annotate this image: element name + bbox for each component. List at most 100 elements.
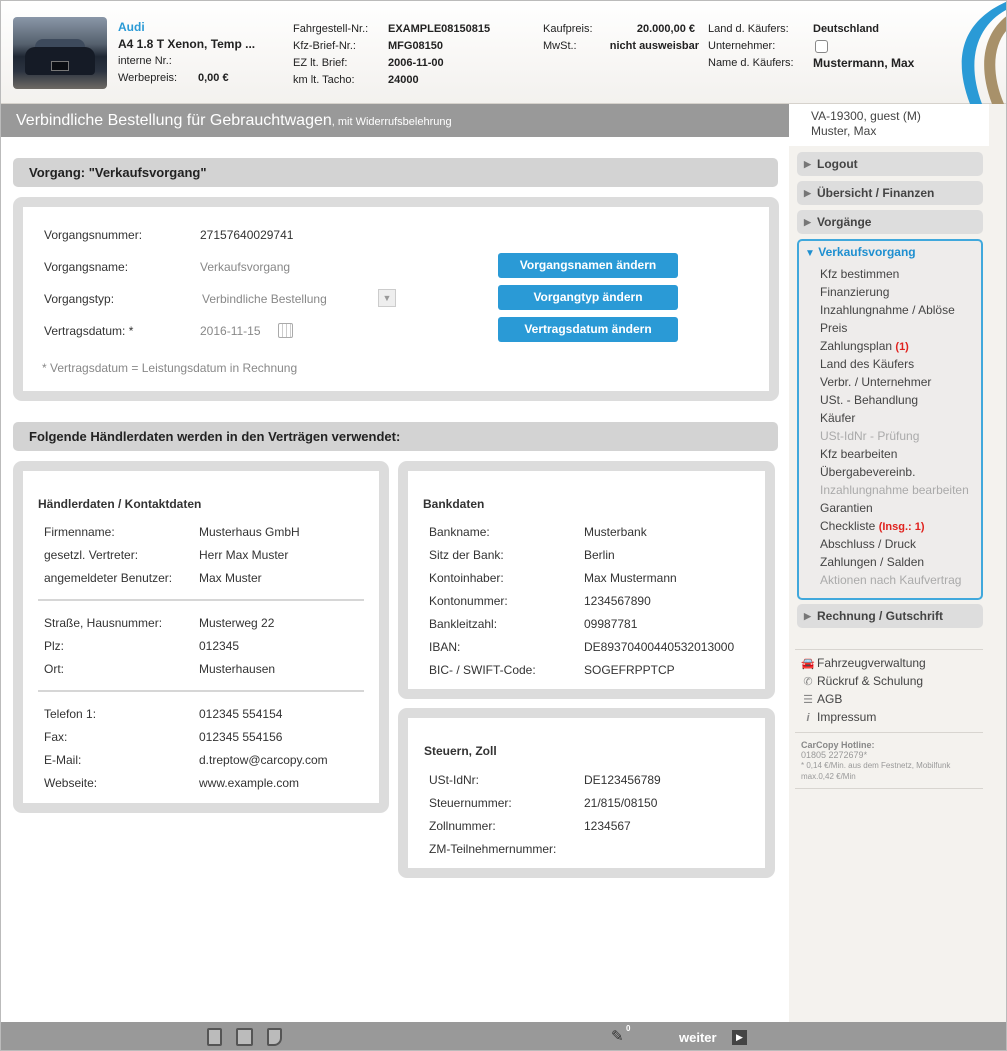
ad-price-value: 0,00 € — [198, 72, 229, 84]
edit-icon[interactable]: ✎ — [611, 1029, 627, 1045]
vat-label: MwSt.: — [543, 40, 577, 52]
nav-item-finanzierung[interactable]: Finanzierung — [820, 283, 969, 301]
arrow-right-icon[interactable]: ▶ — [732, 1030, 747, 1045]
bank-box-title: Bankdaten — [423, 497, 485, 511]
bank-value: Musterbank — [584, 525, 647, 539]
triangle-right-icon: ▶ — [804, 217, 811, 227]
page-title: Verbindliche Bestellung für Gebrauchtwag… — [16, 112, 332, 129]
brand-swoosh-logo — [961, 1, 1006, 104]
edit-count: 0 — [626, 1024, 631, 1033]
copy-multiple-icon[interactable] — [236, 1028, 253, 1046]
triangle-down-icon: ▼ — [805, 248, 815, 259]
nav-item-garantien[interactable]: Garantien — [820, 499, 969, 517]
hotline-note-2: max.0,42 €/Min — [801, 772, 856, 781]
vehicle-photo — [13, 17, 107, 89]
nav-item-kfz-bearbeiten[interactable]: Kfz bearbeiten — [820, 445, 969, 463]
change-type-button[interactable]: Vorgangtyp ändern — [498, 285, 678, 310]
user-info: VA-19300, guest (M) Muster, Max — [789, 104, 989, 146]
nav-item-kaeufer[interactable]: Käufer — [820, 409, 969, 427]
contact-label: angemeldeter Benutzer: — [44, 571, 173, 585]
contact-label: Firmenname: — [44, 525, 115, 539]
nav-item-preis[interactable]: Preis — [820, 319, 969, 337]
company-checkbox[interactable] — [815, 40, 828, 53]
process-section-header: Vorgang: "Verkaufsvorgang" — [13, 158, 778, 187]
nav-item-zahlungsplan[interactable]: Zahlungsplan (1) — [820, 337, 969, 355]
nav-overview[interactable]: ▶ Übersicht / Finanzen — [797, 181, 983, 205]
info-icon: i — [806, 712, 810, 724]
contract-date-label: Vertragsdatum: * — [44, 324, 134, 338]
link-agb[interactable]: ☰ AGB — [801, 690, 842, 708]
company-label: Unternehmer: — [708, 40, 776, 52]
dealer-section-header: Folgende Händlerdaten werden in den Vert… — [13, 422, 778, 451]
nav-invoice[interactable]: ▶ Rechnung / Gutschrift — [797, 604, 983, 628]
nav-item-ust-behandlung[interactable]: USt. - Behandlung — [820, 391, 969, 409]
nav-logout[interactable]: ▶ Logout — [797, 152, 983, 176]
hotline-title: CarCopy Hotline: — [801, 740, 875, 750]
copy-document-icon[interactable] — [207, 1028, 222, 1046]
tax-label: USt-IdNr: — [429, 773, 480, 787]
calendar-icon[interactable] — [278, 323, 293, 338]
change-name-button[interactable]: Vorgangsnamen ändern — [498, 253, 678, 278]
contact-box-title: Händlerdaten / Kontaktdaten — [38, 497, 202, 511]
hotline-note: * 0,14 €/Min. aus dem Festnetz, Mobilfun… — [801, 761, 951, 770]
bank-value: SOGEFRPPTCP — [584, 663, 675, 677]
link-rueckruf-schulung[interactable]: ✆ Rückruf & Schulung — [801, 672, 923, 690]
first-reg-label: EZ lt. Brief: — [293, 57, 348, 69]
user-name: Muster, Max — [811, 124, 877, 138]
bank-value: Max Mustermann — [584, 571, 677, 585]
next-button[interactable]: weiter — [679, 1030, 717, 1045]
nav-processes[interactable]: ▶ Vorgänge — [797, 210, 983, 234]
nav-item-verbr-unternehmer[interactable]: Verbr. / Unternehmer — [820, 373, 969, 391]
count-badge: (Insg.: 1) — [878, 521, 925, 533]
nav-invoice-label: Rechnung / Gutschrift — [817, 609, 943, 623]
contact-label: Telefon 1: — [44, 707, 97, 721]
link-fahrzeugverwaltung[interactable]: 🚘 Fahrzeugverwaltung — [801, 654, 926, 672]
bottom-toolbar: ✎ 0 weiter ▶ — [1, 1022, 1006, 1050]
contact-value: Herr Max Muster — [199, 548, 289, 562]
nav-processes-label: Vorgänge — [817, 215, 872, 229]
bank-box: Bankdaten Bankname: Musterbank Sitz der … — [398, 461, 775, 699]
nav-item-inzahlungnahme[interactable]: Inzahlungnahme / Ablöse — [820, 301, 969, 319]
process-type-select[interactable]: Verbindliche Bestellung — [202, 290, 327, 308]
chevron-down-icon[interactable]: ▼ — [378, 289, 396, 307]
purchase-price-value: 20.000,00 € — [636, 23, 695, 35]
triangle-right-icon: ▶ — [804, 188, 811, 198]
buyer-name-value: Mustermann, Max — [813, 56, 915, 70]
nav-sales-process-label: Verkaufsvorgang — [818, 245, 916, 259]
process-number-label: Vorgangsnummer: — [44, 228, 143, 242]
nav-item-abschluss-druck[interactable]: Abschluss / Druck — [820, 535, 969, 553]
triangle-right-icon: ▶ — [804, 159, 811, 169]
contract-date-field[interactable]: 2016-11-15 — [200, 322, 261, 340]
divider — [795, 788, 983, 789]
nav-item-land-des-kaeufers[interactable]: Land des Käufers — [820, 355, 969, 373]
buyer-country-label: Land d. Käufers: — [708, 23, 789, 35]
process-name-label: Vorgangsname: — [44, 260, 129, 274]
link-impressum[interactable]: i Impressum — [801, 708, 876, 726]
nav-sales-process[interactable]: ▼ Verkaufsvorgang — [805, 245, 916, 259]
hotline-number: 01805 2272679* — [801, 750, 868, 760]
nav-overview-label: Übersicht / Finanzen — [817, 186, 935, 200]
change-date-button[interactable]: Vertragsdatum ändern — [498, 317, 678, 342]
search-document-icon[interactable] — [267, 1028, 282, 1046]
ad-price-label: Werbepreis: — [118, 72, 178, 84]
nav-sales-process-items: Kfz bestimmen Finanzierung Inzahlungnahm… — [820, 265, 969, 589]
nav-item-aktionen-nach-kaufvertrag: Aktionen nach Kaufvertrag — [820, 573, 962, 587]
process-section-title: Vorgang: "Verkaufsvorgang" — [29, 165, 207, 180]
list-icon: ☰ — [803, 694, 813, 706]
tax-label: ZM-Teilnehmernummer: — [429, 842, 557, 856]
sidebar: VA-19300, guest (M) Muster, Max ▶ Logout … — [789, 104, 1006, 1022]
vehicle-registration: Fahrgestell-Nr.: EXAMPLE08150815 Kfz-Brie… — [293, 21, 533, 89]
divider — [38, 599, 364, 601]
bank-label: Kontoinhaber: — [429, 571, 504, 585]
process-name-field[interactable]: Verkaufsvorgang — [200, 258, 290, 276]
contract-date-note: * Vertragsdatum = Leistungsdatum in Rech… — [42, 361, 298, 375]
nav-item-uebergabevereinb[interactable]: Übergabevereinb. — [820, 463, 969, 481]
bank-value: 09987781 — [584, 617, 638, 631]
vehicle-brand: Audi — [118, 20, 145, 34]
nav-item-zahlungen-salden[interactable]: Zahlungen / Salden — [820, 553, 969, 571]
vin-label: Fahrgestell-Nr.: — [293, 23, 369, 35]
nav-item-checkliste[interactable]: Checkliste (Insg.: 1) — [820, 517, 969, 535]
first-reg-value: 2006-11-00 — [388, 57, 444, 69]
nav-item-kfz-bestimmen[interactable]: Kfz bestimmen — [820, 265, 969, 283]
bank-label: Kontonummer: — [429, 594, 508, 608]
